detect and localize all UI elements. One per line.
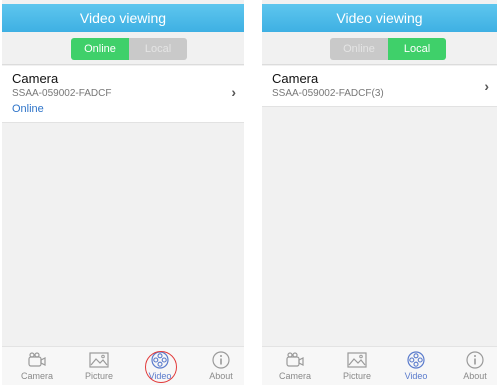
phone-screen-online: Video viewing Online Local Camera SSAA-0…	[2, 0, 244, 385]
item-device-id: SSAA-059002-FADCF(3)	[272, 88, 384, 99]
video-icon	[407, 351, 425, 369]
tab-video[interactable]: Video	[135, 347, 185, 385]
highlight-circle	[145, 351, 177, 383]
phone-screen-local: Video viewing Online Local Camera SSAA-0…	[262, 0, 497, 385]
tab-about[interactable]: About	[196, 347, 244, 385]
picture-icon	[347, 352, 367, 368]
bottom-tab-bar: Camera Picture Video About	[262, 346, 497, 385]
list-item-camera[interactable]: Camera SSAA-059002-FADCF(3) ›	[262, 66, 497, 107]
item-device-id: SSAA-059002-FADCF	[12, 88, 112, 99]
tab-label: About	[463, 371, 487, 381]
segment-online-button[interactable]: Online	[330, 38, 388, 60]
tab-label: Video	[404, 371, 428, 381]
segment-local-button[interactable]: Local	[129, 38, 187, 60]
segment-control: Online Local	[71, 38, 187, 60]
bottom-tab-bar: Camera Picture Video About	[2, 346, 244, 385]
tab-picture[interactable]: Picture	[74, 347, 124, 385]
chevron-right-icon: ›	[484, 78, 489, 94]
tab-about[interactable]: About	[450, 347, 497, 385]
tab-camera[interactable]: Camera	[12, 347, 62, 385]
page-title: Video viewing	[79, 10, 167, 26]
list-item-camera[interactable]: Camera SSAA-059002-FADCF Online ›	[2, 66, 244, 123]
item-status: Online	[12, 103, 44, 115]
segment-control: Online Local	[330, 38, 446, 60]
camera-icon	[286, 352, 304, 367]
divider	[262, 64, 497, 65]
segment-online-button[interactable]: Online	[71, 38, 129, 60]
tab-video[interactable]: Video	[391, 347, 441, 385]
divider	[2, 64, 244, 65]
item-title: Camera	[272, 71, 319, 86]
segment-local-button[interactable]: Local	[388, 38, 446, 60]
tab-label: About	[209, 371, 233, 381]
tab-camera[interactable]: Camera	[270, 347, 320, 385]
tab-label: Camera	[278, 371, 311, 381]
header-bar: Video viewing	[2, 4, 244, 32]
item-title: Camera	[12, 71, 59, 86]
picture-icon	[89, 352, 109, 368]
chevron-right-icon: ›	[231, 84, 236, 100]
info-icon	[212, 351, 230, 369]
tab-label: Camera	[20, 371, 53, 381]
page-title: Video viewing	[336, 10, 423, 26]
info-icon	[466, 351, 484, 369]
tab-picture[interactable]: Picture	[332, 347, 382, 385]
camera-icon	[28, 352, 46, 367]
header-bar: Video viewing	[262, 4, 497, 32]
tab-label: Picture	[84, 371, 113, 381]
screenshot-stage: Video viewing Online Local Camera SSAA-0…	[0, 0, 497, 385]
tab-label: Picture	[342, 371, 371, 381]
